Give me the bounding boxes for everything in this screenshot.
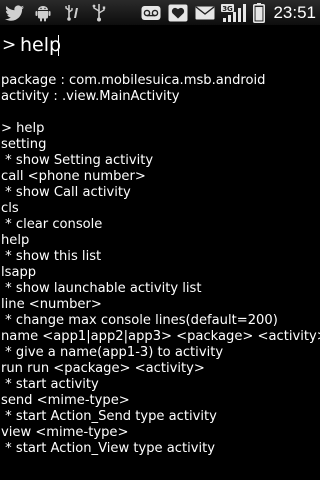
console-output-line: send <mime-type> xyxy=(1,393,130,408)
console-output-line: lsapp xyxy=(1,265,37,280)
console-output-line: call <phone number> xyxy=(1,169,146,184)
console-output-line: * start activity xyxy=(1,377,99,392)
console-output-line: * start Action_Send type activity xyxy=(1,409,217,424)
console-output-line: line <number> xyxy=(1,297,102,312)
console-output-line: * start Action_View type activity xyxy=(1,441,215,456)
twitter-bird-icon xyxy=(4,3,26,23)
console-output-line: setting xyxy=(1,137,47,152)
console-output-line: name <app1|app2|app3> <package> <activit… xyxy=(1,329,320,344)
console-output-line: cls xyxy=(1,201,19,216)
prompt-symbol: > xyxy=(2,35,17,55)
console-output-line: help xyxy=(1,233,30,248)
network-label: 3G xyxy=(223,5,234,13)
text-cursor xyxy=(58,35,59,56)
clock: 23:51 xyxy=(273,2,316,22)
console-output-line: * give a name(app1-3) to activity xyxy=(1,345,224,360)
console-output-line: * show Call activity xyxy=(1,185,131,200)
mail-icon xyxy=(194,3,216,23)
console-output-line: package : com.mobilesuica.msb.android xyxy=(1,73,266,88)
voicemail-icon xyxy=(140,3,162,23)
status-bar-notifications[interactable] xyxy=(4,3,110,23)
console-output-line: activity : .view.MainActivity xyxy=(1,89,180,104)
status-bar: 3G 23:51 xyxy=(0,0,320,25)
status-bar-system: 3G 23:51 xyxy=(140,2,316,23)
command-input[interactable] xyxy=(20,31,310,59)
android-icon xyxy=(32,3,54,23)
console-output-line: * clear console xyxy=(1,217,103,232)
console-output-line: * show this list xyxy=(1,249,102,264)
battery-icon xyxy=(252,2,266,23)
screen: 3G 23:51 > help package: com.mobilesuic… xyxy=(0,0,320,480)
console-output-line xyxy=(1,105,319,121)
heart-icon xyxy=(167,3,189,23)
console-output: package : com.mobilesuica.msb.android act… xyxy=(1,73,320,457)
console-output-line: * show launchable activity list xyxy=(1,281,202,296)
usb-debug-icon xyxy=(60,3,82,23)
console-output-line: * show Setting activity xyxy=(1,153,154,168)
console: > package : com.mobilesuica.msb.androida… xyxy=(0,25,320,480)
3g-signal-icon: 3G xyxy=(221,3,247,23)
usb-icon xyxy=(88,3,110,23)
console-output-line: run run <package> <activity> xyxy=(1,361,205,376)
console-output-line: > help xyxy=(1,121,45,136)
console-output-line: * change max console lines(default=200) xyxy=(1,313,278,328)
console-output-line: view <mime-type> xyxy=(1,425,129,440)
prompt-row: > xyxy=(0,31,320,59)
